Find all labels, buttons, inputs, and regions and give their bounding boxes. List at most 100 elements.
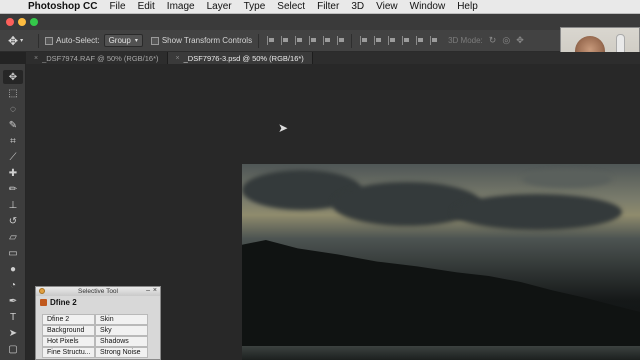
menu-view[interactable]: View	[370, 1, 404, 12]
panel-title: Selective Tool	[78, 288, 118, 295]
selective-tool-panel: Selective Tool – × Dfine 2 Dfine 2 Skin …	[35, 286, 161, 360]
align-top-icon[interactable]	[267, 36, 275, 45]
tab-label: _DSF7976-3.psd @ 50% (RGB/16*)	[183, 53, 304, 63]
menu-window[interactable]: Window	[404, 1, 452, 12]
tab-label: _DSF7974.RAF @ 50% (RGB/16*)	[42, 53, 159, 63]
document-tab-active[interactable]: × _DSF7976-3.psd @ 50% (RGB/16*)	[167, 52, 313, 64]
auto-select-option[interactable]: Auto-Select:	[45, 36, 100, 45]
sky-button[interactable]: Sky	[95, 325, 148, 336]
distribute-center-icon[interactable]	[416, 36, 424, 45]
divider	[351, 33, 353, 48]
menu-3d[interactable]: 3D	[345, 1, 370, 12]
dfine2-button[interactable]: Dfine 2	[42, 314, 95, 325]
panel-heading: Dfine 2	[36, 296, 160, 308]
clone-stamp-tool-icon[interactable]: ⊥	[3, 198, 23, 212]
crop-tool-icon[interactable]: ⌗	[3, 134, 23, 148]
type-tool-icon[interactable]: T	[3, 310, 23, 324]
close-icon[interactable]: ×	[153, 287, 157, 294]
auto-select-label: Auto-Select:	[56, 36, 100, 45]
close-icon[interactable]: ×	[176, 55, 180, 62]
move-icon: ✥	[8, 33, 19, 48]
gradient-tool-icon[interactable]: ▭	[3, 246, 23, 260]
align-bottom-icon[interactable]	[295, 36, 303, 45]
options-bar: ✥ ▾ Auto-Select: Group ▾ Show Transform …	[0, 30, 640, 52]
eraser-tool-icon[interactable]: ▱	[3, 230, 23, 244]
distribute-top-icon[interactable]	[360, 36, 368, 45]
skin-button[interactable]: Skin	[95, 314, 148, 325]
menu-layer[interactable]: Layer	[201, 1, 238, 12]
show-transform-checkbox[interactable]	[150, 36, 159, 45]
panel-icon	[39, 288, 45, 294]
menu-help[interactable]: Help	[451, 1, 484, 12]
healing-brush-tool-icon[interactable]: ✚	[3, 166, 23, 180]
menu-type[interactable]: Type	[238, 1, 272, 12]
menu-bar: Photoshop CC File Edit Image Layer Type …	[0, 0, 640, 14]
distribute-middle-icon[interactable]	[374, 36, 382, 45]
distribute-buttons	[360, 36, 438, 45]
hot-pixels-button[interactable]: Hot Pixels	[42, 336, 95, 347]
quick-select-tool-icon[interactable]: ✎	[3, 118, 23, 132]
close-window-button[interactable]	[6, 18, 14, 26]
dfine-logo-icon	[40, 298, 47, 306]
background-button[interactable]: Background	[42, 325, 95, 336]
align-right-icon[interactable]	[337, 36, 345, 45]
document-tab[interactable]: × _DSF7974.RAF @ 50% (RGB/16*)	[26, 52, 168, 64]
3d-roll-icon[interactable]: ◎	[502, 35, 510, 46]
minimize-window-button[interactable]	[18, 18, 26, 26]
move-tool-icon[interactable]: ✥	[3, 70, 23, 84]
shape-tool-icon[interactable]: ▢	[3, 342, 23, 356]
brush-tool-icon[interactable]: ✏	[3, 182, 23, 196]
align-middle-icon[interactable]	[281, 36, 289, 45]
align-center-icon[interactable]	[323, 36, 331, 45]
divider	[38, 33, 39, 48]
3d-pan-icon[interactable]: ✥	[516, 35, 524, 46]
cloud	[452, 194, 622, 230]
blur-tool-icon[interactable]: ●	[3, 262, 23, 276]
distribute-bottom-icon[interactable]	[388, 36, 396, 45]
filter-button-grid: Dfine 2 Skin Background Sky Hot Pixels S…	[42, 314, 148, 358]
lasso-tool-icon[interactable]: ◌	[3, 102, 23, 116]
menu-file[interactable]: File	[103, 1, 131, 12]
water	[242, 346, 640, 360]
fine-structure-button[interactable]: Fine Structu...	[42, 347, 95, 358]
auto-select-dropdown[interactable]: Group ▾	[103, 34, 143, 47]
minimize-icon[interactable]: –	[146, 287, 150, 294]
menu-image[interactable]: Image	[161, 1, 201, 12]
align-buttons	[267, 36, 345, 45]
pen-tool-icon[interactable]: ✒	[3, 294, 23, 308]
tools-panel: ✥ ⬚ ◌ ✎ ⌗ ⟋ ✚ ✏ ⊥ ↺ ▱ ▭ ● ◔ ✒ T ➤ ▢	[0, 64, 26, 360]
cloud	[522, 170, 612, 188]
dodge-tool-icon[interactable]: ◔	[3, 278, 23, 292]
move-cursor-icon: ➤	[278, 121, 289, 135]
path-select-tool-icon[interactable]: ➤	[3, 326, 23, 340]
landscape-photo[interactable]	[242, 164, 640, 360]
auto-select-checkbox[interactable]	[45, 36, 53, 45]
3d-rotate-icon[interactable]: ↻	[489, 35, 497, 46]
close-icon[interactable]: ×	[34, 55, 38, 62]
history-brush-tool-icon[interactable]: ↺	[3, 214, 23, 228]
app-menu[interactable]: Photoshop CC	[22, 1, 103, 12]
tool-preset-picker[interactable]: ✥ ▾	[8, 34, 32, 48]
distribute-left-icon[interactable]	[402, 36, 410, 45]
document-tabs: × _DSF7974.RAF @ 50% (RGB/16*) × _DSF797…	[26, 52, 640, 64]
tree-line	[242, 240, 640, 360]
3d-mode-label: 3D Mode:	[448, 36, 483, 45]
menu-filter[interactable]: Filter	[311, 1, 345, 12]
strong-noise-button[interactable]: Strong Noise	[95, 347, 148, 358]
window-title-bar	[0, 14, 640, 30]
panel-heading-text: Dfine 2	[50, 297, 77, 307]
menu-select[interactable]: Select	[271, 1, 311, 12]
chevron-down-icon: ▾	[134, 38, 138, 44]
eyedropper-tool-icon[interactable]: ⟋	[3, 150, 23, 164]
auto-select-value: Group	[108, 36, 131, 45]
align-left-icon[interactable]	[309, 36, 317, 45]
divider	[258, 33, 260, 48]
marquee-tool-icon[interactable]: ⬚	[3, 86, 23, 100]
show-transform-option[interactable]: Show Transform Controls	[150, 36, 252, 45]
panel-title-bar[interactable]: Selective Tool – ×	[36, 287, 160, 296]
menu-edit[interactable]: Edit	[132, 1, 161, 12]
distribute-right-icon[interactable]	[430, 36, 438, 45]
shadows-button[interactable]: Shadows	[95, 336, 148, 347]
chevron-down-icon: ▾	[20, 38, 24, 44]
zoom-window-button[interactable]	[30, 18, 38, 26]
